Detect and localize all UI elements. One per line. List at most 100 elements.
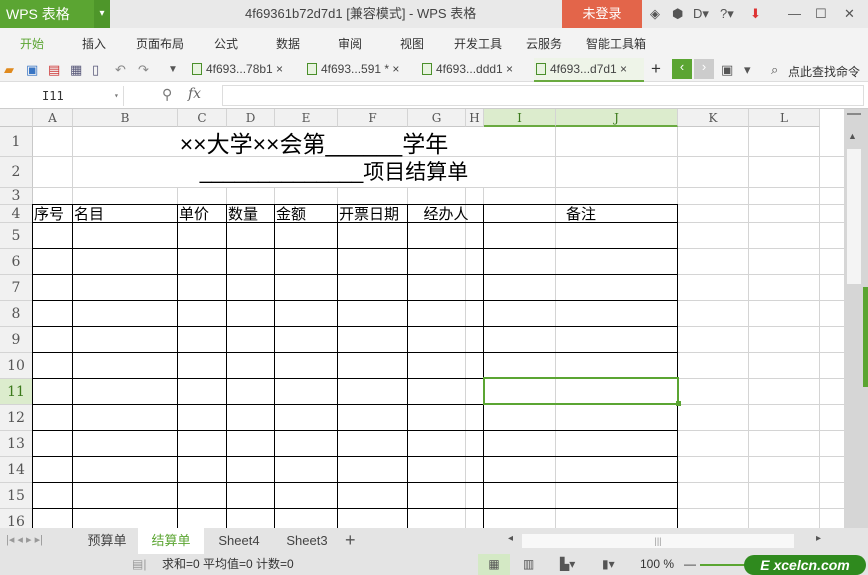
row-header-1[interactable]: 1 — [0, 127, 33, 157]
file-tab[interactable]: 4f693...78b1 × — [190, 58, 298, 82]
minimize-icon[interactable]: — — [788, 6, 801, 21]
page-break-view-icon[interactable]: ▥ — [523, 554, 534, 575]
more-icon[interactable]: ▼ — [168, 64, 178, 75]
row-header-7[interactable]: 7 — [0, 275, 33, 301]
pin-icon[interactable]: ▾ — [744, 62, 751, 78]
column-label[interactable]: 开票日期 — [339, 206, 407, 223]
column-header-G[interactable]: G — [408, 109, 466, 127]
row-header-3[interactable]: 3 — [0, 188, 33, 205]
close-icon[interactable]: ✕ — [844, 6, 855, 22]
vertical-scrollbar[interactable]: ▲ — [844, 109, 868, 528]
sheet-tab[interactable]: 预算单 — [78, 528, 136, 554]
fx-icon[interactable]: fx — [188, 86, 201, 102]
scroll-thumb[interactable] — [847, 149, 861, 284]
command-search[interactable]: 点此查找命令 — [788, 63, 860, 80]
undo-icon[interactable]: ↶ — [115, 62, 126, 78]
sheet-subtitle[interactable]: ______________项目结算单 — [73, 161, 555, 185]
formula-input[interactable] — [222, 85, 864, 106]
column-header-B[interactable]: B — [73, 109, 178, 127]
menu-review[interactable]: 审阅 — [338, 28, 362, 61]
tab-prev-icon[interactable]: ‹ — [672, 59, 692, 79]
skin-icon[interactable]: ◈ — [650, 6, 660, 22]
row-header-15[interactable]: 15 — [0, 483, 33, 509]
tab-next-icon[interactable]: › — [694, 59, 714, 79]
row-header-16[interactable]: 16 — [0, 509, 33, 528]
reading-mode-icon[interactable]: ▮▾ — [602, 554, 615, 575]
pdf-icon[interactable]: ▤ — [48, 62, 60, 78]
zoom-out-icon[interactable]: — — [684, 554, 696, 575]
horizontal-scrollbar[interactable]: ||| — [522, 534, 794, 548]
maximize-icon[interactable]: ☐ — [815, 6, 827, 22]
settings-icon[interactable]: ⬢ — [672, 6, 683, 22]
column-header-J[interactable]: J — [556, 109, 678, 127]
row-header-2[interactable]: 2 — [0, 157, 33, 188]
select-all-corner[interactable] — [0, 109, 33, 127]
column-header-C[interactable]: C — [178, 109, 227, 127]
zoom-slider[interactable] — [700, 564, 750, 566]
side-panel-toggle[interactable] — [863, 287, 868, 387]
menu-cloud[interactable]: 云服务 — [526, 28, 562, 61]
new-tab-icon[interactable]: + — [651, 59, 661, 79]
scroll-up-icon[interactable]: ▲ — [848, 131, 857, 141]
column-label[interactable]: 备注 — [485, 206, 677, 223]
menu-smart-tools[interactable]: 智能工具箱 — [586, 28, 646, 61]
column-label[interactable]: 金额 — [276, 206, 337, 223]
redo-icon[interactable]: ↷ — [138, 62, 149, 78]
column-header-E[interactable]: E — [275, 109, 338, 127]
row-header-9[interactable]: 9 — [0, 327, 33, 353]
login-button[interactable]: 未登录 — [562, 0, 642, 28]
zoom-search-icon[interactable]: ⚲ — [162, 86, 172, 103]
share-icon[interactable]: D▾ — [693, 6, 709, 22]
column-header-A[interactable]: A — [33, 109, 73, 127]
row-header-10[interactable]: 10 — [0, 353, 33, 379]
scroll-right-icon[interactable]: ▸ — [816, 533, 821, 544]
page-layout-icon[interactable]: ▙▾ — [560, 554, 575, 575]
sheet-tab-active[interactable]: 结算单 — [138, 528, 204, 554]
sheet-tab[interactable]: Sheet4 — [206, 528, 272, 554]
row-header-4[interactable]: 4 — [0, 205, 33, 223]
scroll-left-icon[interactable]: ◂ — [508, 533, 513, 544]
column-label[interactable]: 数量 — [228, 206, 274, 223]
column-header-H[interactable]: H — [466, 109, 484, 127]
row-header-12[interactable]: 12 — [0, 405, 33, 431]
column-label[interactable]: 序号 — [34, 206, 72, 223]
file-tab[interactable]: 4f693...591 * × — [305, 58, 415, 82]
download-icon[interactable]: ⬇ — [750, 6, 761, 22]
row-header-14[interactable]: 14 — [0, 457, 33, 483]
menu-insert[interactable]: 插入 — [82, 28, 106, 61]
display-icon[interactable]: ▣ — [721, 62, 733, 78]
menu-view[interactable]: 视图 — [400, 28, 424, 61]
sheet-tab[interactable]: Sheet3 — [274, 528, 340, 554]
menu-formula[interactable]: 公式 — [214, 28, 238, 61]
add-sheet-icon[interactable]: + — [345, 530, 356, 551]
menu-page-layout[interactable]: 页面布局 — [136, 28, 184, 61]
selected-cell-I11[interactable] — [483, 377, 679, 405]
column-label[interactable]: 名目 — [74, 206, 177, 223]
column-label[interactable]: 经办人 — [409, 206, 483, 223]
print-preview-icon[interactable]: ▯ — [92, 62, 99, 78]
chevron-down-icon[interactable]: ▾ — [94, 0, 110, 28]
sheet-nav-icons[interactable]: |◂ ◂ ▸ ▸| — [6, 533, 43, 546]
save-icon[interactable]: ▣ — [26, 62, 38, 78]
sheet-title[interactable]: ××大学××会第______学年 — [73, 131, 555, 157]
file-tab-active[interactable]: 4f693...d7d1 × — [534, 58, 644, 82]
normal-view-icon[interactable]: ▦ — [478, 554, 510, 575]
menu-developer[interactable]: 开发工具 — [454, 28, 502, 61]
search-icon[interactable]: ⌕ — [771, 62, 778, 78]
column-header-K[interactable]: K — [678, 109, 749, 127]
column-header-D[interactable]: D — [227, 109, 275, 127]
column-header-I[interactable]: I — [484, 109, 556, 127]
spreadsheet-grid[interactable]: A B C D E F G H I J K L 1 2 3 4 5 6 7 8 9 10 11 12 13 14 15 16 ××大学×… — [0, 109, 844, 528]
fill-handle[interactable] — [676, 401, 681, 406]
help-icon[interactable]: ?▾ — [720, 6, 734, 22]
row-header-6[interactable]: 6 — [0, 249, 33, 275]
row-header-13[interactable]: 13 — [0, 431, 33, 457]
column-header-F[interactable]: F — [338, 109, 408, 127]
menu-home[interactable]: 开始 — [20, 28, 44, 61]
split-handle[interactable] — [847, 113, 861, 115]
name-box[interactable]: I11 ▾ — [0, 86, 124, 106]
column-label[interactable]: 单价 — [179, 206, 226, 223]
row-header-5[interactable]: 5 — [0, 223, 33, 249]
print-icon[interactable]: ▦ — [70, 62, 82, 78]
zoom-level[interactable]: 100 % — [640, 554, 674, 575]
